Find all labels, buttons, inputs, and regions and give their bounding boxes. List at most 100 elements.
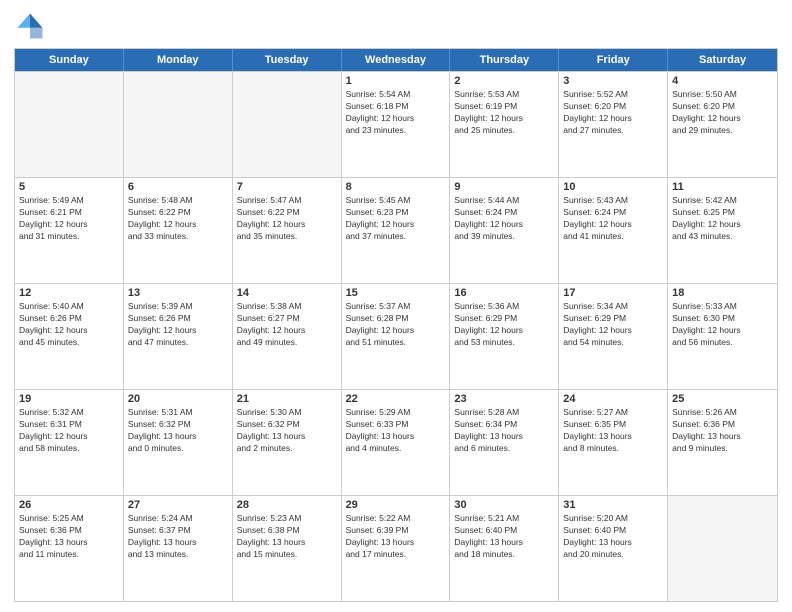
day-number: 7 bbox=[237, 181, 337, 193]
day-info: Sunrise: 5:21 AM Sunset: 6:40 PM Dayligh… bbox=[454, 513, 554, 561]
day-cell-20: 20Sunrise: 5:31 AM Sunset: 6:32 PM Dayli… bbox=[124, 390, 233, 495]
day-number: 8 bbox=[346, 181, 446, 193]
day-cell-26: 26 Sunrise: 5:25 AM Sunset: 6:36 PM Dayli… bbox=[15, 496, 124, 601]
day-cell-21: 21Sunrise: 5:30 AM Sunset: 6:32 PM Dayli… bbox=[233, 390, 342, 495]
day-cell-23: 23 Sunrise: 5:28 AM Sunset: 6:34 PM Dayli… bbox=[450, 390, 559, 495]
day-number: 10 bbox=[563, 181, 663, 193]
day-info: Sunrise: 5:44 AM Sunset: 6:24 PM Dayligh… bbox=[454, 195, 554, 243]
day-cell-25: 25 Sunrise: 5:26 AM Sunset: 6:36 PM Dayli… bbox=[668, 390, 777, 495]
day-info: Sunrise: 5:28 AM Sunset: 6:34 PM Dayligh… bbox=[454, 407, 554, 455]
day-info: Sunrise: 5:36 AM Sunset: 6:29 PM Dayligh… bbox=[454, 301, 554, 349]
empty-cell bbox=[15, 72, 124, 177]
day-cell-17: 17Sunrise: 5:34 AM Sunset: 6:29 PM Dayli… bbox=[559, 284, 668, 389]
day-number: 31 bbox=[563, 499, 663, 511]
day-number: 20 bbox=[128, 393, 228, 405]
day-info: Sunrise: 5:25 AM Sunset: 6:36 PM Dayligh… bbox=[19, 513, 119, 561]
day-info: Sunrise: 5:34 AM Sunset: 6:29 PM Dayligh… bbox=[563, 301, 663, 349]
day-number: 26 bbox=[19, 499, 119, 511]
day-info: Sunrise: 5:23 AM Sunset: 6:38 PM Dayligh… bbox=[237, 513, 337, 561]
day-cell-6: 6 Sunrise: 5:48 AM Sunset: 6:22 PM Daylig… bbox=[124, 178, 233, 283]
day-number: 2 bbox=[454, 75, 554, 87]
empty-cell bbox=[668, 496, 777, 601]
header-cell-wednesday: Wednesday bbox=[342, 49, 451, 71]
day-number: 12 bbox=[19, 287, 119, 299]
day-info: Sunrise: 5:37 AM Sunset: 6:28 PM Dayligh… bbox=[346, 301, 446, 349]
day-number: 25 bbox=[672, 393, 773, 405]
day-info: Sunrise: 5:47 AM Sunset: 6:22 PM Dayligh… bbox=[237, 195, 337, 243]
day-cell-1: 1 Sunrise: 5:54 AM Sunset: 6:18 PM Daylig… bbox=[342, 72, 451, 177]
day-info: Sunrise: 5:54 AM Sunset: 6:18 PM Dayligh… bbox=[346, 89, 446, 137]
day-info: Sunrise: 5:39 AM Sunset: 6:26 PM Dayligh… bbox=[128, 301, 228, 349]
day-cell-27: 27 Sunrise: 5:24 AM Sunset: 6:37 PM Dayli… bbox=[124, 496, 233, 601]
day-cell-14: 14 Sunrise: 5:38 AM Sunset: 6:27 PM Dayli… bbox=[233, 284, 342, 389]
day-number: 19 bbox=[19, 393, 119, 405]
day-cell-4: 4Sunrise: 5:50 AM Sunset: 6:20 PM Daylig… bbox=[668, 72, 777, 177]
day-info: Sunrise: 5:24 AM Sunset: 6:37 PM Dayligh… bbox=[128, 513, 228, 561]
header-cell-saturday: Saturday bbox=[668, 49, 777, 71]
day-cell-29: 29Sunrise: 5:22 AM Sunset: 6:39 PM Dayli… bbox=[342, 496, 451, 601]
day-number: 23 bbox=[454, 393, 554, 405]
page: SundayMondayTuesdayWednesdayThursdayFrid… bbox=[0, 0, 792, 612]
header-cell-sunday: Sunday bbox=[15, 49, 124, 71]
calendar-header: SundayMondayTuesdayWednesdayThursdayFrid… bbox=[15, 49, 777, 71]
day-number: 11 bbox=[672, 181, 773, 193]
logo-icon bbox=[14, 10, 46, 42]
day-info: Sunrise: 5:45 AM Sunset: 6:23 PM Dayligh… bbox=[346, 195, 446, 243]
day-info: Sunrise: 5:29 AM Sunset: 6:33 PM Dayligh… bbox=[346, 407, 446, 455]
day-info: Sunrise: 5:20 AM Sunset: 6:40 PM Dayligh… bbox=[563, 513, 663, 561]
day-info: Sunrise: 5:26 AM Sunset: 6:36 PM Dayligh… bbox=[672, 407, 773, 455]
empty-cell bbox=[233, 72, 342, 177]
day-info: Sunrise: 5:42 AM Sunset: 6:25 PM Dayligh… bbox=[672, 195, 773, 243]
header bbox=[14, 10, 778, 42]
calendar-row-3: 19 Sunrise: 5:32 AM Sunset: 6:31 PM Dayli… bbox=[15, 389, 777, 495]
calendar-row-2: 12Sunrise: 5:40 AM Sunset: 6:26 PM Dayli… bbox=[15, 283, 777, 389]
day-cell-24: 24 Sunrise: 5:27 AM Sunset: 6:35 PM Dayli… bbox=[559, 390, 668, 495]
day-info: Sunrise: 5:27 AM Sunset: 6:35 PM Dayligh… bbox=[563, 407, 663, 455]
day-info: Sunrise: 5:49 AM Sunset: 6:21 PM Dayligh… bbox=[19, 195, 119, 243]
day-number: 18 bbox=[672, 287, 773, 299]
header-cell-friday: Friday bbox=[559, 49, 668, 71]
day-cell-7: 7 Sunrise: 5:47 AM Sunset: 6:22 PM Daylig… bbox=[233, 178, 342, 283]
day-cell-31: 31 Sunrise: 5:20 AM Sunset: 6:40 PM Dayli… bbox=[559, 496, 668, 601]
day-number: 22 bbox=[346, 393, 446, 405]
calendar-row-4: 26 Sunrise: 5:25 AM Sunset: 6:36 PM Dayli… bbox=[15, 495, 777, 601]
calendar: SundayMondayTuesdayWednesdayThursdayFrid… bbox=[14, 48, 778, 602]
day-cell-5: 5 Sunrise: 5:49 AM Sunset: 6:21 PM Daylig… bbox=[15, 178, 124, 283]
day-number: 16 bbox=[454, 287, 554, 299]
day-number: 28 bbox=[237, 499, 337, 511]
day-number: 5 bbox=[19, 181, 119, 193]
day-cell-2: 2Sunrise: 5:53 AM Sunset: 6:19 PM Daylig… bbox=[450, 72, 559, 177]
calendar-body: 1 Sunrise: 5:54 AM Sunset: 6:18 PM Daylig… bbox=[15, 71, 777, 601]
header-cell-monday: Monday bbox=[124, 49, 233, 71]
day-info: Sunrise: 5:43 AM Sunset: 6:24 PM Dayligh… bbox=[563, 195, 663, 243]
day-number: 3 bbox=[563, 75, 663, 87]
day-cell-10: 10 Sunrise: 5:43 AM Sunset: 6:24 PM Dayli… bbox=[559, 178, 668, 283]
day-cell-11: 11 Sunrise: 5:42 AM Sunset: 6:25 PM Dayli… bbox=[668, 178, 777, 283]
day-number: 1 bbox=[346, 75, 446, 87]
day-info: Sunrise: 5:38 AM Sunset: 6:27 PM Dayligh… bbox=[237, 301, 337, 349]
header-cell-tuesday: Tuesday bbox=[233, 49, 342, 71]
day-number: 30 bbox=[454, 499, 554, 511]
day-number: 6 bbox=[128, 181, 228, 193]
day-number: 9 bbox=[454, 181, 554, 193]
calendar-row-1: 5 Sunrise: 5:49 AM Sunset: 6:21 PM Daylig… bbox=[15, 177, 777, 283]
day-cell-16: 16 Sunrise: 5:36 AM Sunset: 6:29 PM Dayli… bbox=[450, 284, 559, 389]
day-info: Sunrise: 5:22 AM Sunset: 6:39 PM Dayligh… bbox=[346, 513, 446, 561]
logo bbox=[14, 10, 50, 42]
day-number: 14 bbox=[237, 287, 337, 299]
day-info: Sunrise: 5:32 AM Sunset: 6:31 PM Dayligh… bbox=[19, 407, 119, 455]
day-number: 27 bbox=[128, 499, 228, 511]
day-info: Sunrise: 5:48 AM Sunset: 6:22 PM Dayligh… bbox=[128, 195, 228, 243]
day-cell-18: 18 Sunrise: 5:33 AM Sunset: 6:30 PM Dayli… bbox=[668, 284, 777, 389]
empty-cell bbox=[124, 72, 233, 177]
day-info: Sunrise: 5:33 AM Sunset: 6:30 PM Dayligh… bbox=[672, 301, 773, 349]
day-cell-9: 9 Sunrise: 5:44 AM Sunset: 6:24 PM Daylig… bbox=[450, 178, 559, 283]
day-cell-8: 8 Sunrise: 5:45 AM Sunset: 6:23 PM Daylig… bbox=[342, 178, 451, 283]
day-cell-28: 28 Sunrise: 5:23 AM Sunset: 6:38 PM Dayli… bbox=[233, 496, 342, 601]
header-cell-thursday: Thursday bbox=[450, 49, 559, 71]
day-cell-12: 12Sunrise: 5:40 AM Sunset: 6:26 PM Dayli… bbox=[15, 284, 124, 389]
day-cell-19: 19 Sunrise: 5:32 AM Sunset: 6:31 PM Dayli… bbox=[15, 390, 124, 495]
day-number: 24 bbox=[563, 393, 663, 405]
day-info: Sunrise: 5:52 AM Sunset: 6:20 PM Dayligh… bbox=[563, 89, 663, 137]
day-number: 13 bbox=[128, 287, 228, 299]
